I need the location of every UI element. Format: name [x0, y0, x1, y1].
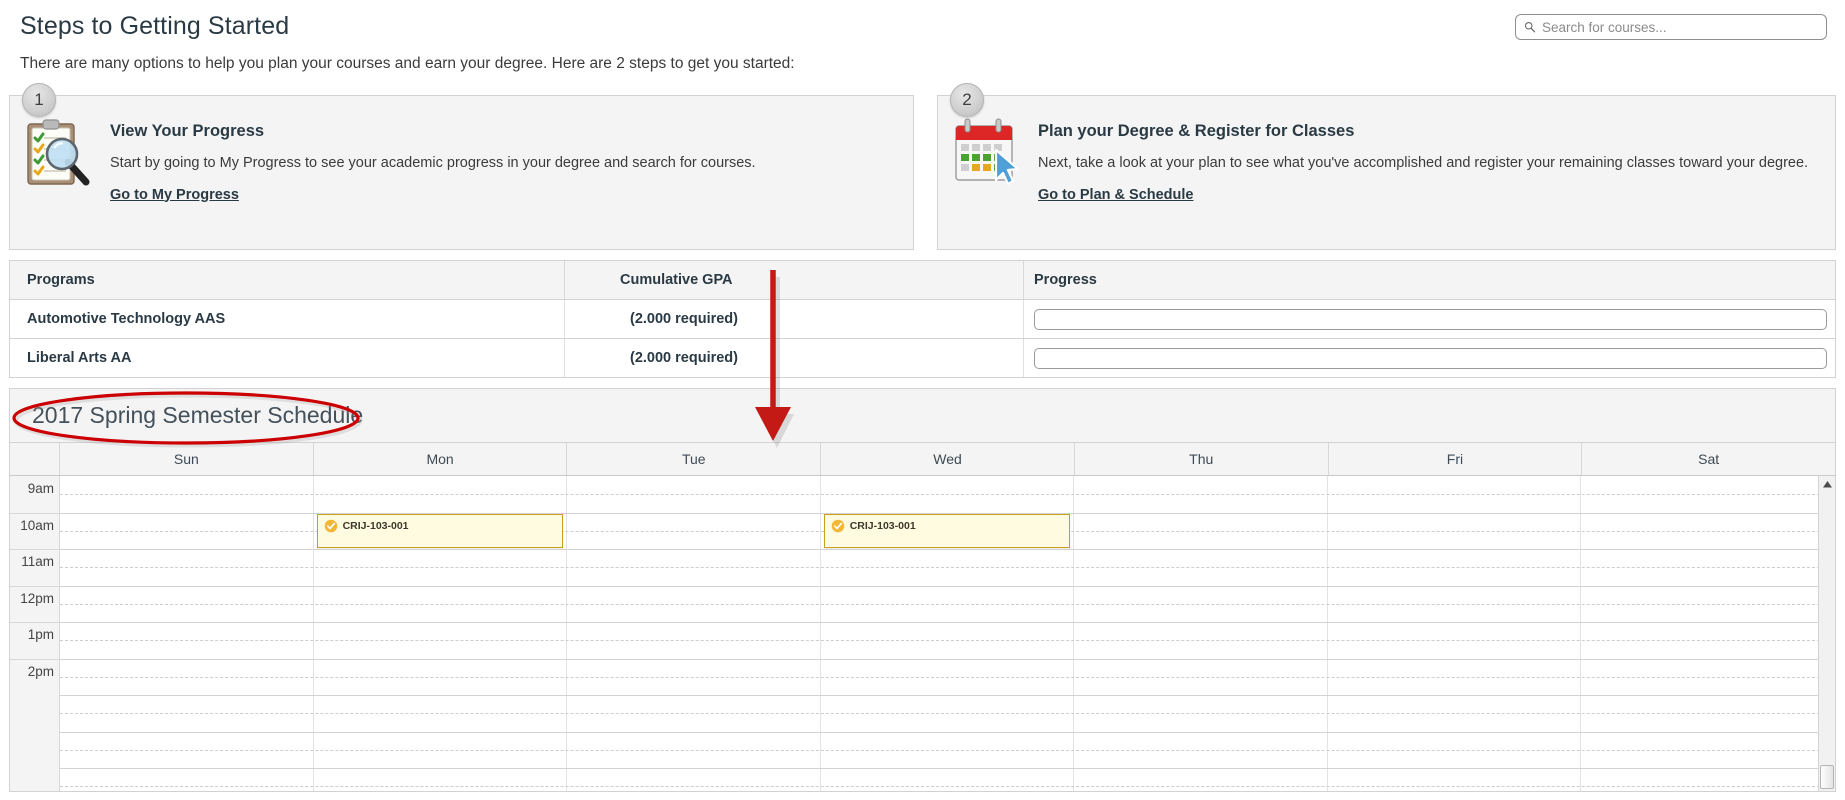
scrollbar-thumb[interactable]	[1820, 765, 1834, 789]
column-header-gpa: Cumulative GPA	[620, 272, 733, 288]
day-column-fri[interactable]	[1328, 476, 1582, 791]
table-row[interactable]: Liberal Arts AA (2.000 required)	[10, 339, 1835, 378]
page-title: Steps to Getting Started	[20, 12, 290, 40]
day-column-sat[interactable]	[1581, 476, 1835, 791]
hour-line	[60, 622, 1835, 623]
calendar-cursor-icon	[955, 118, 1020, 186]
schedule-columns: CRIJ-103-001 CRIJ-103-001	[60, 476, 1835, 791]
gutter-hour-line	[10, 512, 59, 514]
column-header-progress: Progress	[1034, 272, 1097, 288]
program-gpa: (2.000 required)	[630, 350, 738, 366]
go-to-my-progress-link[interactable]: Go to My Progress	[110, 187, 239, 203]
program-name: Automotive Technology AAS	[27, 311, 226, 327]
step-description: Next, take a look at your plan to see wh…	[1038, 155, 1809, 171]
time-label: 12pm	[20, 590, 54, 606]
day-header-sun: Sun	[60, 443, 314, 475]
day-column-tue[interactable]	[567, 476, 821, 791]
time-label: 11am	[21, 554, 54, 569]
time-gutter-header	[10, 443, 60, 475]
step-number-badge-2: 2	[950, 83, 984, 117]
gutter-hour-line	[10, 585, 59, 587]
gutter-hour-line	[10, 549, 59, 550]
step-card-2: 2 Plan your Degree & Register for Classe…	[937, 83, 1836, 250]
day-header-sat: Sat	[1698, 451, 1720, 467]
gutter-hour-line	[10, 622, 59, 623]
search-box[interactable]	[1515, 14, 1827, 40]
step-number-badge-1: 1	[22, 83, 56, 117]
half-hour-line	[60, 640, 1835, 642]
schedule-day-header: Sun Mon Tue Wed Thu Fri Sat	[10, 443, 1835, 476]
half-hour-line	[60, 494, 1835, 496]
time-label: 10am	[20, 517, 54, 533]
time-label: 9am	[27, 481, 54, 496]
student-planning-page: Steps to Getting Started There are many …	[0, 0, 1845, 800]
day-column-sun[interactable]	[60, 476, 314, 791]
hour-line	[60, 549, 1835, 550]
half-hour-line	[60, 603, 1835, 605]
hour-line	[60, 695, 1835, 696]
gutter-hour-line	[10, 658, 59, 660]
schedule-event[interactable]: CRIJ-103-001	[823, 513, 1071, 548]
half-hour-line	[60, 786, 1835, 788]
time-label: 1pm	[27, 627, 54, 642]
programs-table: Programs Cumulative GPA Progress Automot…	[9, 260, 1836, 378]
hour-line	[60, 658, 1835, 660]
page-subtitle: There are many options to help you plan …	[20, 55, 795, 72]
programs-table-header: Programs Cumulative GPA Progress	[10, 261, 1835, 300]
scroll-up-arrow-icon[interactable]	[1819, 476, 1835, 493]
search-input[interactable]	[1540, 15, 1820, 39]
semester-schedule-panel: 2017 Spring Semester Schedule Sun Mon Tu…	[9, 388, 1836, 792]
schedule-grid[interactable]: 9am 10am 11am 12pm 1pm 2pm CRIJ-103-001 CRIJ-1…	[10, 476, 1835, 791]
hour-line	[60, 585, 1835, 587]
event-label: CRIJ-103-001	[849, 519, 916, 532]
step-card-2-body: Plan your Degree & Register for Classes …	[1038, 122, 1815, 204]
step-heading: View Your Progress	[110, 122, 265, 140]
event-label: CRIJ-103-001	[342, 519, 409, 532]
day-column-thu[interactable]	[1074, 476, 1328, 791]
day-header-thu: Thu	[1075, 443, 1329, 475]
search-icon	[1524, 21, 1536, 33]
schedule-scrollbar[interactable]	[1818, 476, 1835, 791]
step-card-1-body: View Your Progress Start by going to My …	[110, 122, 893, 204]
hour-line	[60, 731, 1835, 733]
schedule-header: 2017 Spring Semester Schedule	[10, 389, 1835, 443]
steps-container: 1 View Your Progress Start by going to M…	[9, 83, 1836, 250]
step-heading: Plan your Degree & Register for Classes	[1038, 122, 1355, 140]
table-row[interactable]: Automotive Technology AAS (2.000 require…	[10, 300, 1835, 339]
half-hour-line	[60, 713, 1835, 715]
program-gpa: (2.000 required)	[630, 311, 738, 327]
time-label: 2pm	[27, 663, 54, 679]
check-circle-icon	[324, 519, 337, 532]
schedule-title: 2017 Spring Semester Schedule	[32, 402, 364, 428]
day-header-mon: Mon	[314, 443, 568, 475]
check-circle-icon	[831, 519, 845, 532]
day-header-wed: Wed	[821, 443, 1075, 475]
hour-line	[60, 768, 1835, 769]
schedule-event[interactable]: CRIJ-103-001	[316, 513, 564, 548]
step-card-1: 1 View Your Progress Start by going to M…	[9, 83, 914, 250]
program-name: Liberal Arts AA	[27, 350, 132, 366]
progress-bar	[1034, 347, 1827, 369]
step-description: Start by going to My Progress to see you…	[110, 155, 756, 171]
day-header-fri: Fri	[1329, 443, 1583, 475]
half-hour-line	[60, 676, 1835, 678]
column-header-programs: Programs	[27, 272, 95, 288]
time-gutter: 9am 10am 11am 12pm 1pm 2pm	[10, 476, 60, 791]
half-hour-line	[60, 749, 1835, 751]
day-header-tue: Tue	[567, 443, 822, 475]
half-hour-line	[60, 567, 1835, 569]
progress-bar	[1034, 308, 1827, 330]
go-to-plan-schedule-link[interactable]: Go to Plan & Schedule	[1038, 187, 1194, 203]
clipboard-magnifier-icon	[27, 119, 90, 186]
course-search[interactable]	[1515, 14, 1827, 40]
